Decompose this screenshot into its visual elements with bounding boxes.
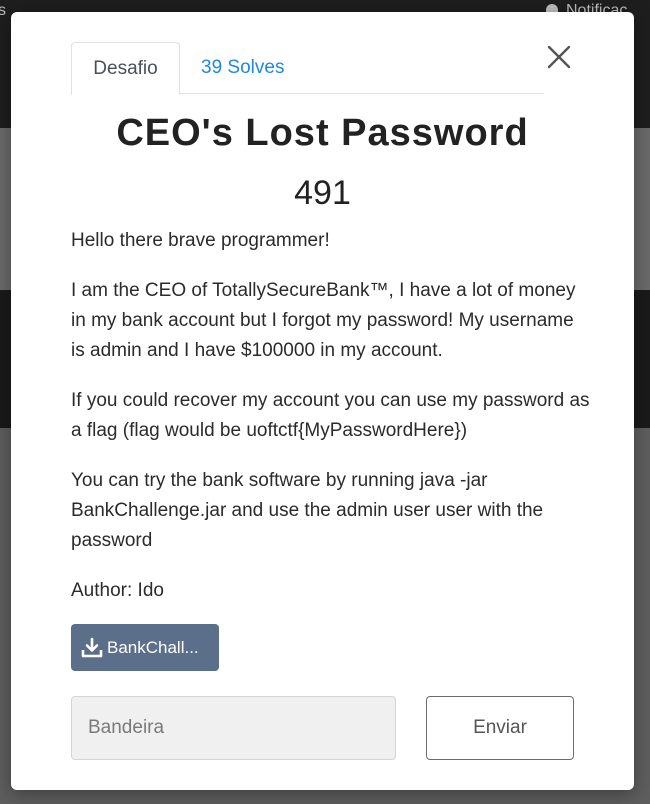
challenge-title: CEO's Lost Password bbox=[116, 112, 529, 154]
challenge-description: Hello there brave programmer! I am the C… bbox=[71, 226, 591, 626]
download-file-button[interactable]: BankChall... bbox=[71, 624, 219, 671]
modal-tabs: Desafio 39 Solves bbox=[71, 42, 544, 95]
flag-input[interactable] bbox=[71, 696, 396, 760]
description-paragraph: You can try the bank software by running… bbox=[71, 470, 544, 551]
description-paragraph: Hello there brave programmer! bbox=[71, 230, 330, 251]
description-paragraph: I am the CEO of TotallySecureBank™, I ha… bbox=[71, 280, 576, 361]
challenge-points: 491 bbox=[294, 174, 351, 212]
close-button[interactable] bbox=[546, 44, 572, 70]
submit-button[interactable]: Enviar bbox=[426, 696, 574, 760]
tab-challenge[interactable]: Desafio bbox=[71, 42, 180, 95]
author-line: Author: Ido bbox=[71, 580, 164, 601]
description-paragraph: If you could recover my account you can … bbox=[71, 390, 590, 441]
background-nav-text: s bbox=[0, 2, 6, 19]
challenge-modal: Desafio 39 Solves CEO's Lost Password 49… bbox=[11, 12, 634, 790]
download-file-label: BankChall... bbox=[107, 637, 199, 657]
tab-solves[interactable]: 39 Solves bbox=[201, 42, 284, 94]
download-icon bbox=[81, 637, 103, 657]
close-icon bbox=[547, 45, 571, 69]
